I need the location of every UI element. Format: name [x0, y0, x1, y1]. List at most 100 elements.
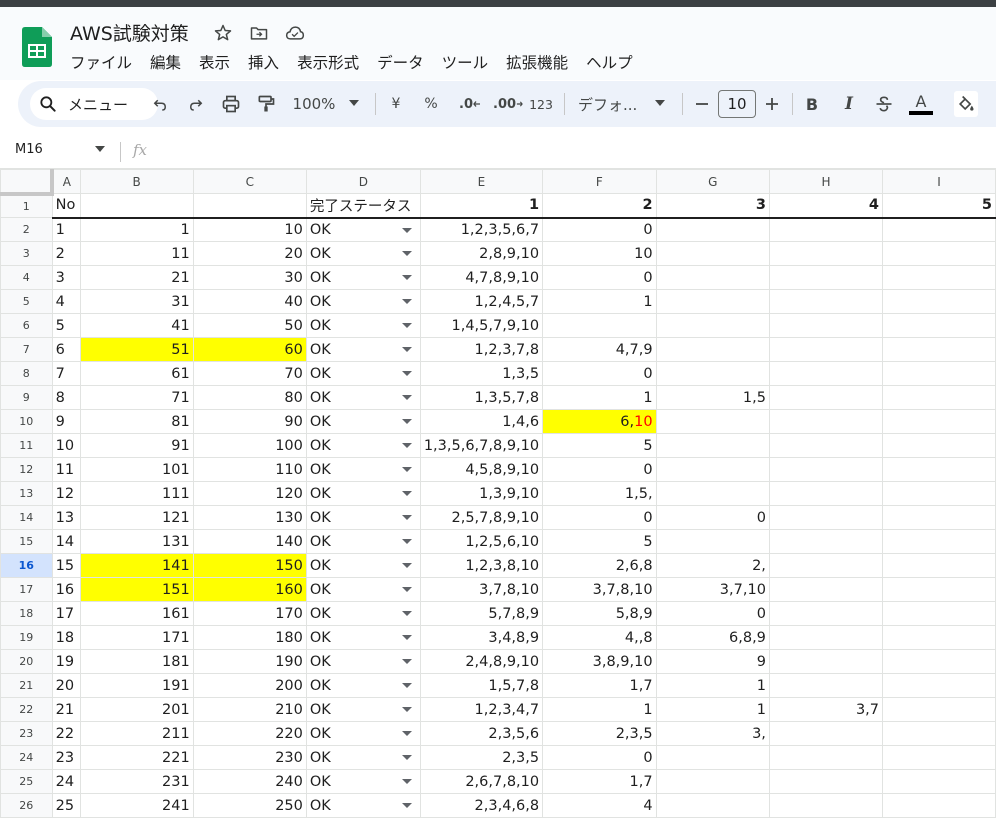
row-header[interactable]: 2 — [0, 217, 53, 242]
cell-h[interactable] — [768, 553, 884, 578]
dropdown-chevron-icon[interactable] — [401, 443, 412, 448]
cell-h[interactable] — [768, 313, 884, 338]
cell-i[interactable] — [882, 289, 996, 314]
row-header[interactable]: 5 — [0, 289, 53, 314]
row-header[interactable]: 9 — [0, 385, 53, 410]
cell-e[interactable]: 1,2,5,6,10 — [419, 529, 544, 554]
undo-icon[interactable] — [148, 92, 172, 116]
cell-b[interactable]: 201 — [79, 697, 194, 722]
cell-f[interactable]: 0 — [542, 457, 657, 482]
cell-a[interactable]: 12 — [51, 481, 81, 506]
strikethrough-icon[interactable] — [873, 92, 895, 116]
cell-h[interactable] — [768, 433, 884, 458]
cell-e[interactable]: 2,5,7,8,9,10 — [419, 505, 544, 530]
dropdown-chevron-icon[interactable] — [401, 467, 412, 472]
cell-g[interactable] — [655, 745, 770, 770]
google-sheets-logo-icon[interactable] — [22, 27, 52, 67]
column-header-a[interactable]: A — [51, 169, 81, 194]
cell-i[interactable] — [882, 481, 996, 506]
cell-a[interactable]: 24 — [51, 769, 81, 794]
cell-e[interactable]: 1,3,5 — [419, 361, 544, 386]
cell-h[interactable] — [768, 217, 884, 242]
cell-f[interactable]: 1 — [542, 385, 657, 410]
star-icon[interactable] — [212, 22, 234, 44]
dropdown-chevron-icon[interactable] — [401, 731, 412, 736]
cell-a[interactable]: 18 — [51, 625, 81, 650]
cell-h1[interactable]: 4 — [768, 193, 884, 219]
cell-e[interactable]: 1,3,5,7,8 — [419, 385, 544, 410]
cell-h[interactable] — [768, 289, 884, 314]
column-header-e[interactable]: E — [419, 169, 544, 194]
row-header[interactable]: 18 — [0, 601, 53, 626]
cell-i[interactable] — [882, 649, 996, 674]
cell-a[interactable]: 19 — [51, 649, 81, 674]
cell-b[interactable]: 51 — [79, 337, 194, 362]
font-size-input[interactable]: 10 — [718, 90, 756, 118]
cell-f[interactable]: 5 — [542, 529, 657, 554]
cell-h[interactable] — [768, 721, 884, 746]
document-title[interactable]: AWS試験対策 — [70, 19, 189, 46]
cell-h[interactable] — [768, 649, 884, 674]
cell-d[interactable]: OK — [305, 649, 421, 674]
cell-e[interactable]: 2,8,9,10 — [419, 241, 544, 266]
dropdown-chevron-icon[interactable] — [401, 227, 412, 233]
cell-g[interactable]: 1,5 — [655, 385, 770, 410]
cell-e[interactable]: 1,2,4,5,7 — [419, 289, 544, 314]
cell-h[interactable] — [768, 385, 884, 410]
cell-i[interactable] — [882, 337, 996, 362]
cell-c[interactable]: 120 — [192, 481, 307, 506]
cell-e[interactable]: 1,2,3,4,7 — [419, 697, 544, 722]
cell-c[interactable]: 30 — [192, 265, 307, 290]
dropdown-chevron-icon[interactable] — [401, 491, 412, 496]
cell-d1[interactable]: 完了ステータス — [305, 193, 421, 219]
name-box[interactable]: M16 — [15, 142, 43, 157]
cell-h[interactable] — [768, 361, 884, 386]
cell-h[interactable] — [768, 529, 884, 554]
cell-e[interactable]: 4,5,8,9,10 — [419, 457, 544, 482]
cell-h[interactable] — [768, 481, 884, 506]
cell-c[interactable]: 240 — [192, 769, 307, 794]
cell-a[interactable]: 8 — [51, 385, 81, 410]
cell-i[interactable] — [882, 385, 996, 410]
cell-b[interactable]: 231 — [79, 769, 194, 794]
cell-h[interactable] — [768, 457, 884, 482]
cell-h[interactable] — [768, 577, 884, 602]
row-header[interactable]: 19 — [0, 625, 53, 650]
cell-a[interactable]: 20 — [51, 673, 81, 698]
cell-c[interactable]: 220 — [192, 721, 307, 746]
cell-c[interactable]: 190 — [192, 649, 307, 674]
cell-b[interactable]: 151 — [79, 577, 194, 602]
row-header[interactable]: 20 — [0, 649, 53, 674]
cell-d[interactable]: OK — [305, 553, 421, 578]
cell-h[interactable] — [768, 601, 884, 626]
italic-button[interactable]: I — [839, 92, 859, 116]
menu-tools[interactable]: ツール — [442, 51, 498, 73]
row-header[interactable]: 15 — [0, 529, 53, 554]
row-header[interactable]: 24 — [0, 745, 53, 770]
increase-font-size-icon[interactable] — [762, 92, 782, 116]
cell-h[interactable] — [768, 241, 884, 266]
cell-h[interactable] — [768, 505, 884, 530]
cell-a[interactable]: 4 — [51, 289, 81, 314]
cell-d[interactable]: OK — [305, 409, 421, 434]
cell-h[interactable] — [768, 337, 884, 362]
cell-d[interactable]: OK — [305, 625, 421, 650]
cell-d[interactable]: OK — [305, 433, 421, 458]
column-header-i[interactable]: I — [882, 169, 996, 194]
cell-f[interactable]: 6,10 — [542, 409, 657, 434]
cell-b[interactable]: 101 — [79, 457, 194, 482]
cell-f[interactable]: 0 — [542, 361, 657, 386]
dropdown-chevron-icon[interactable] — [401, 803, 412, 808]
cell-i[interactable] — [882, 601, 996, 626]
cell-i[interactable] — [882, 553, 996, 578]
cell-d[interactable]: OK — [305, 481, 421, 506]
cell-a[interactable]: 5 — [51, 313, 81, 338]
cell-g[interactable] — [655, 769, 770, 794]
dropdown-chevron-icon[interactable] — [401, 707, 412, 712]
cell-c[interactable]: 160 — [192, 577, 307, 602]
cell-b[interactable]: 171 — [79, 625, 194, 650]
cell-i[interactable] — [882, 217, 996, 242]
percent-format-button[interactable]: % — [422, 92, 440, 116]
dropdown-chevron-icon[interactable] — [401, 419, 412, 424]
row-header[interactable]: 3 — [0, 241, 53, 266]
